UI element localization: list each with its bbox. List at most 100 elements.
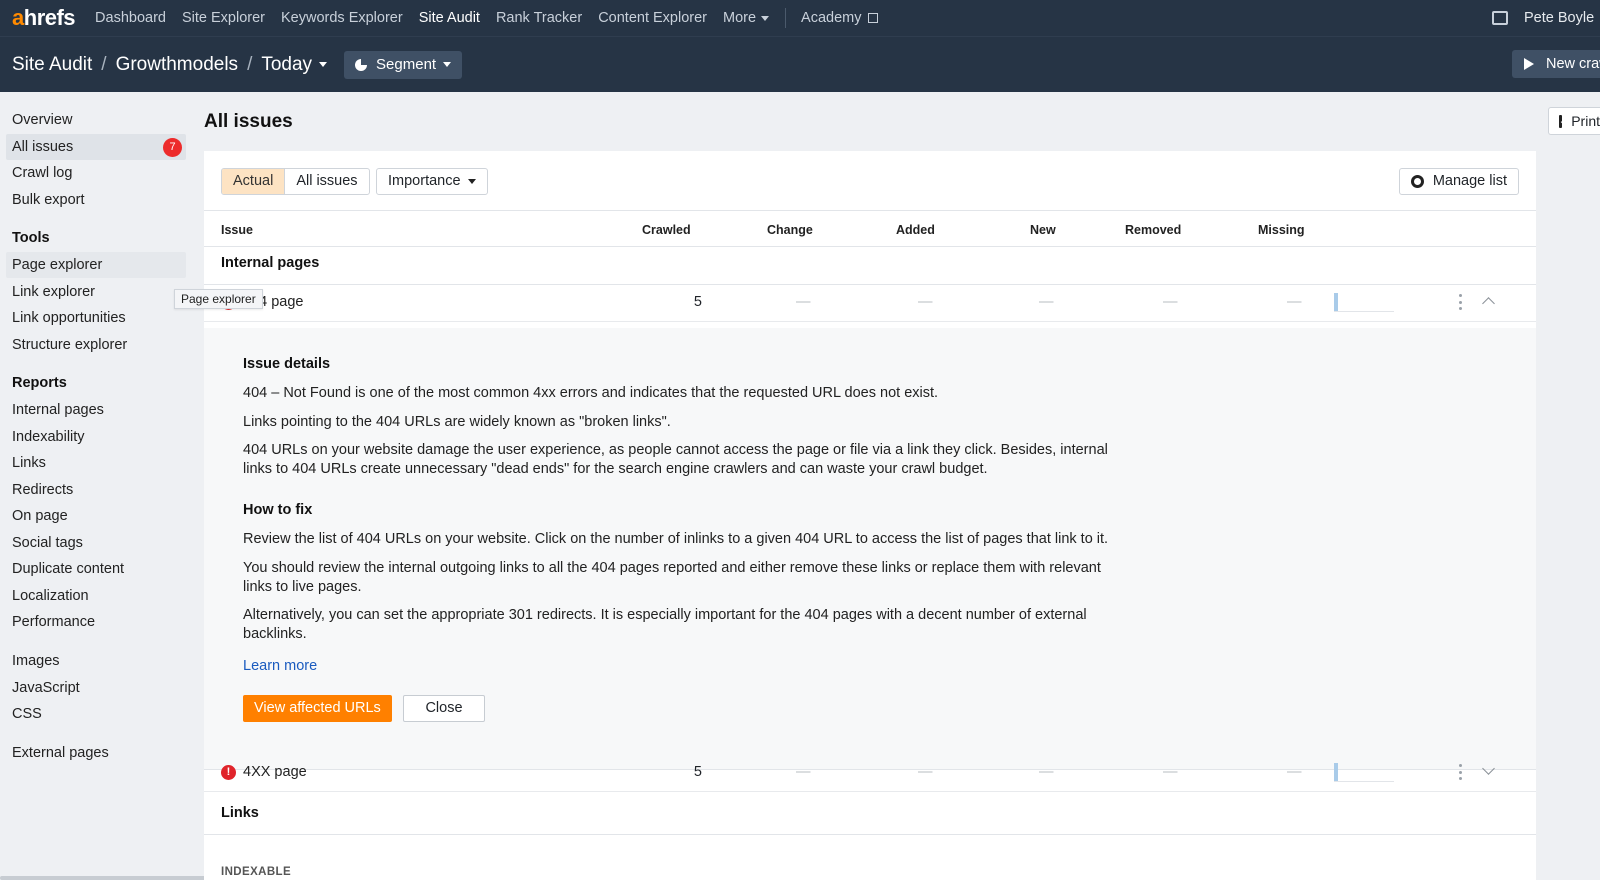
more-options-icon[interactable] xyxy=(1459,764,1463,780)
missing-value: — xyxy=(1287,294,1302,310)
pie-chart-icon xyxy=(355,58,368,71)
sidebar-heading-tools: Tools xyxy=(12,230,50,246)
table-row[interactable]: ! 4XX page 5 — — — — — xyxy=(204,754,1536,792)
table-header: Issue Crawled Change Added New Removed M… xyxy=(204,211,1536,247)
how-to-fix-text: Review the list of 404 URLs on your webs… xyxy=(243,531,1109,547)
sidebar-item-page-explorer[interactable]: Page explorer xyxy=(6,252,186,278)
sidebar-item-links[interactable]: Links xyxy=(6,450,186,476)
added-value: — xyxy=(918,764,933,780)
col-issue[interactable]: Issue xyxy=(221,223,253,237)
chevron-down-icon xyxy=(319,61,328,67)
filter-actual[interactable]: Actual xyxy=(222,169,286,194)
col-change[interactable]: Change xyxy=(767,223,813,237)
close-button[interactable]: Close xyxy=(403,695,485,722)
subgroup-indexable: INDEXABLE xyxy=(221,866,292,878)
print-label: Print xyxy=(1571,113,1600,129)
col-crawled[interactable]: Crawled xyxy=(642,223,691,237)
learn-more-link[interactable]: Learn more xyxy=(243,658,317,674)
breadcrumb: Site Audit / Growthmodels / Today xyxy=(12,53,328,76)
breadcrumb-site-audit[interactable]: Site Audit xyxy=(12,54,92,76)
sidebar-item-localization[interactable]: Localization xyxy=(6,583,186,609)
issue-details-text: 404 – Not Found is one of the most commo… xyxy=(243,385,939,401)
sidebar-item-overview[interactable]: Overview xyxy=(6,107,186,133)
chevron-up-icon[interactable] xyxy=(1482,297,1495,310)
view-affected-urls-button[interactable]: View affected URLs xyxy=(243,695,392,722)
new-crawl-button[interactable]: New crawl xyxy=(1512,50,1600,78)
segment-label: Segment xyxy=(376,56,437,73)
chevron-down-icon xyxy=(761,15,770,21)
sidebar-item-on-page[interactable]: On page xyxy=(6,503,186,529)
nav-site-explorer[interactable]: Site Explorer xyxy=(182,10,265,26)
sidebar-item-internal-pages[interactable]: Internal pages xyxy=(6,397,186,423)
sidebar-item-indexability[interactable]: Indexability xyxy=(6,424,186,450)
sparkline-bar xyxy=(1334,293,1338,311)
col-added[interactable]: Added xyxy=(896,223,935,237)
nav-right: Pete Boyle xyxy=(1492,0,1600,36)
sidebar-item-redirects[interactable]: Redirects xyxy=(6,477,186,503)
issue-name[interactable]: 4XX page xyxy=(243,764,307,780)
nav-rank-tracker[interactable]: Rank Tracker xyxy=(496,10,582,26)
importance-dropdown[interactable]: Importance xyxy=(376,168,488,195)
table-row[interactable]: ! 404 page 5 — — — — — xyxy=(204,284,1536,322)
issue-details-text: 404 URLs on your website damage the user… xyxy=(243,442,1108,477)
nav-content-explorer[interactable]: Content Explorer xyxy=(598,10,707,26)
manage-list-button[interactable]: Manage list xyxy=(1398,168,1519,195)
sidebar-item-css[interactable]: CSS xyxy=(6,701,186,727)
group-links: Links xyxy=(221,805,259,821)
sidebar-item-crawl-log[interactable]: Crawl log xyxy=(6,160,186,186)
sidebar-item-performance[interactable]: Performance xyxy=(6,609,186,635)
download-doc-icon xyxy=(1559,114,1563,128)
new-value: — xyxy=(1039,764,1054,780)
chevron-down-icon xyxy=(443,62,452,67)
sidebar-item-link-opportunities[interactable]: Link opportunities xyxy=(6,305,186,331)
segment-button[interactable]: Segment xyxy=(344,50,463,79)
nav-site-audit[interactable]: Site Audit xyxy=(419,10,480,26)
nav-more-menu[interactable]: More xyxy=(723,10,770,26)
col-removed[interactable]: Removed xyxy=(1125,223,1181,237)
sidebar-item-social-tags[interactable]: Social tags xyxy=(6,530,186,556)
new-crawl-label: New crawl xyxy=(1546,56,1600,72)
crawled-count[interactable]: 5 xyxy=(682,294,702,310)
gear-icon xyxy=(1410,175,1424,188)
breadcrumb-date-dropdown[interactable]: Today xyxy=(261,53,328,76)
chevron-down-icon xyxy=(467,179,476,184)
screen-icon[interactable] xyxy=(1492,11,1508,25)
external-link-icon xyxy=(867,13,878,24)
print-button[interactable]: Print xyxy=(1548,107,1600,135)
breadcrumb-separator: / xyxy=(101,53,107,75)
nav-dashboard[interactable]: Dashboard xyxy=(95,10,166,26)
change-value: — xyxy=(796,294,811,310)
sidebar-item-javascript[interactable]: JavaScript xyxy=(6,675,186,701)
play-icon xyxy=(1524,58,1534,70)
sidebar-item-label: All issues xyxy=(12,139,74,155)
issues-count-badge: 7 xyxy=(163,138,182,157)
group-internal-pages: Internal pages xyxy=(221,255,320,271)
nav-academy[interactable]: Academy xyxy=(801,10,878,26)
issue-details-text: Links pointing to the 404 URLs are widel… xyxy=(243,414,671,430)
nav-keywords-explorer[interactable]: Keywords Explorer xyxy=(281,10,403,26)
col-missing[interactable]: Missing xyxy=(1258,223,1305,237)
importance-label: Importance xyxy=(388,173,461,189)
filter-all-issues[interactable]: All issues xyxy=(285,169,368,194)
chevron-down-icon[interactable] xyxy=(1482,762,1495,775)
nav-links: Dashboard Site Explorer Keywords Explore… xyxy=(95,8,893,28)
removed-value: — xyxy=(1163,294,1178,310)
sidebar-item-bulk-export[interactable]: Bulk export xyxy=(6,187,186,213)
sidebar-item-images[interactable]: Images xyxy=(6,648,186,674)
sidebar-heading-reports: Reports xyxy=(12,375,67,391)
breadcrumb-project[interactable]: Growthmodels xyxy=(116,54,239,76)
user-menu[interactable]: Pete Boyle xyxy=(1524,10,1600,26)
crawled-count[interactable]: 5 xyxy=(682,764,702,780)
sidebar-item-structure-explorer[interactable]: Structure explorer xyxy=(6,332,186,358)
col-new[interactable]: New xyxy=(1030,223,1056,237)
added-value: — xyxy=(918,294,933,310)
issues-panel: Actual All issues Importance Manage list… xyxy=(204,151,1536,880)
more-options-icon[interactable] xyxy=(1459,294,1463,310)
breadcrumb-date-label: Today xyxy=(261,53,313,75)
sidebar-item-duplicate-content[interactable]: Duplicate content xyxy=(6,556,186,582)
removed-value: — xyxy=(1163,764,1178,780)
sidebar-item-link-explorer[interactable]: Link explorer xyxy=(6,279,186,305)
sidebar-item-all-issues[interactable]: All issues 7 xyxy=(6,134,186,160)
sidebar-item-external-pages[interactable]: External pages xyxy=(6,740,186,766)
ahrefs-logo[interactable]: a hrefs xyxy=(12,5,76,31)
